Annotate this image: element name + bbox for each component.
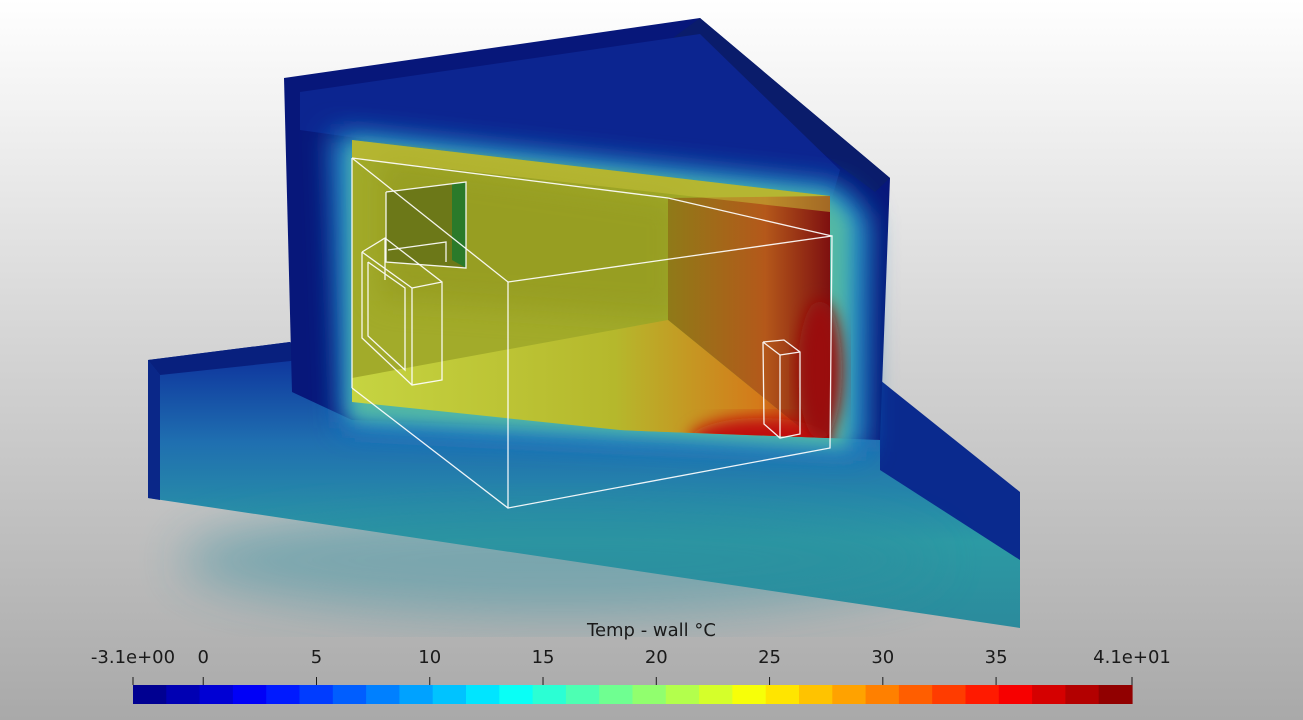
colorbar-band <box>732 685 767 704</box>
colorbar-band <box>366 685 400 704</box>
colorbar-band <box>432 685 467 704</box>
colorbar-band <box>932 685 967 704</box>
colorbar-max-label: 4.1e+01 <box>1093 647 1171 668</box>
colorbar-band <box>1065 685 1100 704</box>
colorbar-tick-label: 15 <box>531 647 555 668</box>
colorbar-band <box>832 685 867 704</box>
colorbar-band <box>1032 685 1066 704</box>
colorbar-band <box>232 685 267 704</box>
colorbar-tick-label: 20 <box>644 647 668 668</box>
colorbar-band <box>998 685 1033 704</box>
colorbar-band <box>199 685 234 704</box>
colorbar-band <box>332 685 367 704</box>
colorbar <box>132 677 1133 704</box>
colorbar-band <box>699 685 733 704</box>
colorbar-band <box>765 685 800 704</box>
colorbar-band <box>399 685 434 704</box>
colorbar-band <box>466 685 500 704</box>
colorbar-tick-label: 5 <box>310 647 323 668</box>
colorbar-tick-label: 10 <box>418 647 442 668</box>
3d-viewport[interactable] <box>0 0 1303 720</box>
colorbar-band <box>665 685 700 704</box>
colorbar-band <box>632 685 667 704</box>
colorbar-band <box>1098 685 1133 704</box>
colorbar-band <box>499 685 534 704</box>
colorbar-band <box>898 685 933 704</box>
colorbar-band <box>599 685 634 704</box>
colorbar-title: Temp - wall °C <box>587 620 716 641</box>
colorbar-tick-label: 0 <box>197 647 209 668</box>
colorbar-band <box>532 685 567 704</box>
colorbar-band <box>865 685 900 704</box>
colorbar-band <box>166 685 201 704</box>
colorbar-tick-label: 30 <box>871 647 895 668</box>
colorbar-band <box>799 685 833 704</box>
colorbar-tick-label: 25 <box>758 647 781 668</box>
colorbar-band <box>299 685 334 704</box>
colorbar-tick-label: 35 <box>984 647 1008 668</box>
colorbar-band <box>965 685 1000 704</box>
colorbar-band <box>565 685 600 704</box>
colorbar-band <box>266 685 301 704</box>
colorbar-band <box>133 685 167 704</box>
colorbar-min-label: -3.1e+00 <box>90 647 176 668</box>
